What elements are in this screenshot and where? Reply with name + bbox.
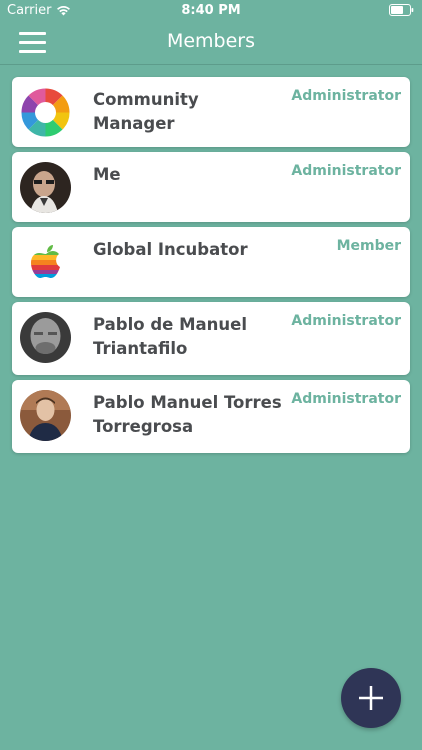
member-role-badge: Member [336, 238, 401, 254]
status-time: 8:40 PM [181, 3, 241, 18]
member-role-badge: Administrator [291, 313, 401, 329]
avatar-pablo-de-manuel [20, 312, 71, 363]
avatar-pablo-manuel-torres [20, 390, 71, 441]
member-card-pablo-manuel-torres[interactable]: Pablo Manuel Torres Torregrosa Administr… [12, 380, 410, 453]
member-name: Pablo de Manuel Triantafilo [93, 315, 247, 358]
plus-icon [359, 686, 383, 710]
member-card-community-manager[interactable]: Community Manager Administrator [12, 77, 410, 147]
member-role-badge: Administrator [291, 88, 401, 104]
member-name: Community Manager [93, 90, 199, 133]
member-name: Global Incubator [93, 240, 248, 259]
avatar-me [20, 162, 71, 213]
member-card-me[interactable]: Me Administrator [12, 152, 410, 222]
member-role-badge: Administrator [291, 163, 401, 179]
member-card-global-incubator[interactable]: Global Incubator Member [12, 227, 410, 297]
member-name: Me [93, 165, 121, 184]
nav-bar: Members [0, 22, 422, 65]
battery-icon [389, 4, 414, 20]
avatar-community-icon [20, 87, 71, 138]
add-member-button[interactable] [341, 668, 401, 728]
member-card-pablo-de-manuel[interactable]: Pablo de Manuel Triantafilo Administrato… [12, 302, 410, 375]
status-bar: Carrier 8:40 PM [0, 0, 422, 22]
member-list: Community Manager Administrator Me Admin… [12, 77, 410, 458]
apple-logo-icon [20, 237, 71, 288]
page-title: Members [166, 30, 256, 52]
member-name: Pablo Manuel Torres Torregrosa [93, 393, 282, 436]
member-role-badge: Administrator [291, 391, 401, 407]
